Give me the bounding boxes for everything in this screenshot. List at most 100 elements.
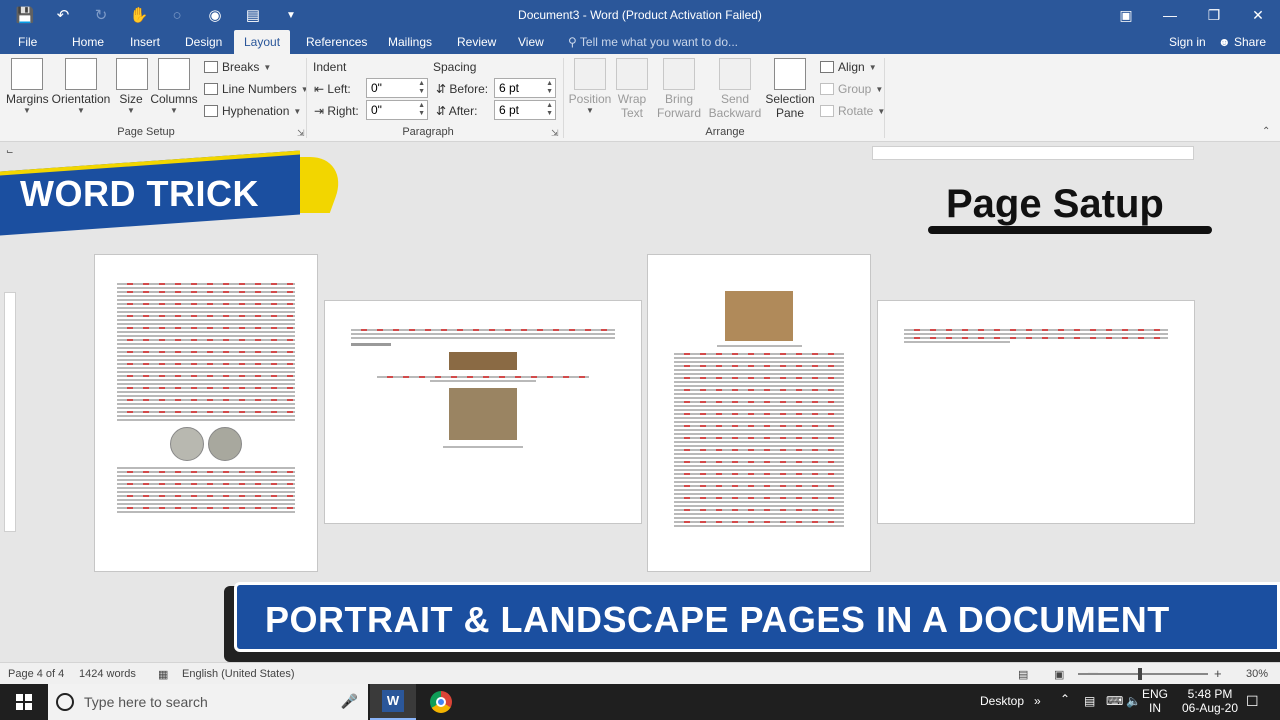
vertical-ruler[interactable]: [4, 292, 16, 532]
ribbon-display-options-icon[interactable]: ▣: [1104, 0, 1148, 30]
tab-home[interactable]: Home: [62, 30, 114, 54]
double-chevron-icon[interactable]: »: [1034, 694, 1041, 720]
page-2-landscape[interactable]: [324, 300, 642, 524]
temple-image: [449, 352, 517, 370]
stepwell-image: [449, 388, 517, 440]
tab-references[interactable]: References: [296, 30, 377, 54]
tab-file[interactable]: File: [8, 30, 47, 54]
page-3-portrait[interactable]: [647, 254, 871, 572]
word-app-icon[interactable]: W: [370, 684, 416, 720]
line-numbers-button[interactable]: Line Numbers ▼: [204, 82, 309, 96]
page-setup-launcher-icon[interactable]: ⇲: [297, 128, 305, 139]
clock[interactable]: 5:48 PM 06-Aug-20: [1180, 687, 1240, 720]
network-icon[interactable]: ▤: [1084, 694, 1095, 720]
windows-start-icon[interactable]: [0, 684, 48, 720]
spacing-before-field[interactable]: ▲▼: [494, 78, 556, 98]
margins-button[interactable]: Margins ▼: [6, 58, 49, 115]
input-language[interactable]: ENG IN: [1142, 687, 1168, 720]
keyboard-icon[interactable]: ⌨: [1106, 694, 1123, 720]
spacing-after-field[interactable]: ▲▼: [494, 100, 556, 120]
share-button[interactable]: ☻ Share: [1218, 30, 1266, 54]
desktop-toolbar[interactable]: Desktop: [980, 694, 1024, 720]
page-count[interactable]: Page 4 of 4: [8, 668, 64, 680]
search-placeholder: Type here to search: [84, 694, 208, 710]
tab-view[interactable]: View: [508, 30, 554, 54]
word-trick-text: WORD TRICK: [20, 173, 259, 214]
indent-right-field[interactable]: ▲▼: [366, 100, 428, 120]
zoom-level[interactable]: 30%: [1246, 668, 1268, 680]
page-1-portrait[interactable]: [94, 254, 318, 572]
tab-mailings[interactable]: Mailings: [378, 30, 442, 54]
collapse-ribbon-icon[interactable]: ⌃: [1262, 126, 1270, 137]
word-count[interactable]: 1424 words: [79, 668, 136, 680]
wrap-text-button[interactable]: Wrap Text: [614, 58, 650, 120]
columns-button[interactable]: Columns ▼: [150, 58, 198, 115]
spacing-after-input[interactable]: [499, 103, 543, 117]
chrome-app-icon[interactable]: [418, 684, 464, 720]
hyphenation-label: Hyphenation: [222, 104, 290, 118]
zoom-in-icon[interactable]: +: [1214, 666, 1222, 681]
tell-me-search[interactable]: ⚲ Tell me what you want to do...: [568, 30, 738, 54]
zoom-slider[interactable]: [1078, 673, 1208, 675]
size-icon: [116, 58, 148, 90]
page-setup-group-label: Page Setup: [117, 126, 175, 138]
language[interactable]: English (United States): [182, 668, 295, 680]
spacing-before-input[interactable]: [499, 81, 543, 95]
position-button[interactable]: Position ▼: [568, 58, 612, 115]
send-backward-button[interactable]: Send Backward: [706, 58, 764, 120]
notifications-icon[interactable]: ☐: [1246, 693, 1259, 720]
paragraph-launcher-icon[interactable]: ⇲: [551, 128, 559, 139]
bottom-banner: PORTRAIT & LANDSCAPE PAGES IN A DOCUMENT: [224, 582, 1280, 662]
size-button[interactable]: Size ▼: [116, 58, 148, 115]
indent-right-input[interactable]: [371, 103, 415, 117]
stepper-icon[interactable]: ▲ ▼: [546, 80, 553, 96]
chevron-down-icon: ▼: [23, 106, 31, 115]
microphone-icon[interactable]: 🎤: [341, 693, 358, 710]
stepper-icon[interactable]: ▲ ▼: [418, 80, 425, 96]
clock-date: 06-Aug-20: [1181, 701, 1239, 715]
read-mode-icon[interactable]: ▤: [1018, 668, 1028, 681]
tab-design[interactable]: Design: [175, 30, 232, 54]
indent-left-field[interactable]: ▲▼: [366, 78, 428, 98]
title-bar: 💾 ↶ ↻ ✋ ○ ◉ ▤ ▼ Document3 - Word (Produc…: [0, 0, 1280, 30]
align-button[interactable]: Align ▼: [820, 60, 877, 74]
hyphenation-button[interactable]: Hyphenation ▼: [204, 104, 301, 118]
rotate-button[interactable]: Rotate ▼: [820, 104, 885, 118]
status-bar: Page 4 of 4 1424 words ▦ English (United…: [0, 662, 1280, 684]
page-4-landscape[interactable]: [877, 300, 1195, 524]
zoom-slider-thumb[interactable]: [1138, 668, 1142, 680]
sign-in-link[interactable]: Sign in: [1169, 30, 1206, 54]
group-button[interactable]: Group ▼: [820, 82, 883, 96]
search-icon: [56, 693, 74, 711]
spacing-before-label: ⇵ Before:: [436, 82, 488, 96]
taskbar-search[interactable]: Type here to search 🎤: [48, 684, 368, 720]
columns-label: Columns: [150, 92, 198, 106]
selection-pane-button[interactable]: Selection Pane: [764, 58, 816, 120]
stepper-icon[interactable]: ▲ ▼: [546, 102, 553, 118]
tab-insert[interactable]: Insert: [120, 30, 170, 54]
indent-left-input[interactable]: [371, 81, 415, 95]
horizontal-ruler[interactable]: [872, 146, 1194, 160]
paragraph-group-label: Paragraph: [402, 126, 454, 138]
proofing-icon[interactable]: ▦: [158, 668, 168, 681]
minimize-icon[interactable]: —: [1148, 0, 1192, 30]
selection-pane-label-2: Pane: [775, 106, 805, 120]
chevron-down-icon: ▼: [868, 62, 877, 72]
orientation-button[interactable]: Orientation ▼: [50, 58, 112, 115]
restore-icon[interactable]: ❐: [1192, 0, 1236, 30]
tab-layout[interactable]: Layout: [234, 30, 291, 54]
chevron-down-icon: ▼: [170, 106, 178, 115]
print-layout-icon[interactable]: ▣: [1054, 668, 1064, 681]
caption-underline: [928, 226, 1212, 234]
bring-forward-button[interactable]: Bring Forward: [652, 58, 706, 120]
chevron-down-icon: ▼: [77, 106, 85, 115]
breaks-icon: [204, 61, 218, 73]
close-icon[interactable]: ✕: [1236, 0, 1280, 30]
breaks-button[interactable]: Breaks ▼: [204, 60, 271, 74]
tab-review[interactable]: Review: [447, 30, 506, 54]
system-tray-chevron-icon[interactable]: ⌃: [1060, 692, 1070, 720]
send-backward-label-1: Send: [720, 92, 750, 106]
stepper-icon[interactable]: ▲ ▼: [418, 102, 425, 118]
volume-icon[interactable]: 🔈: [1126, 694, 1141, 720]
send-backward-icon: [719, 58, 751, 90]
